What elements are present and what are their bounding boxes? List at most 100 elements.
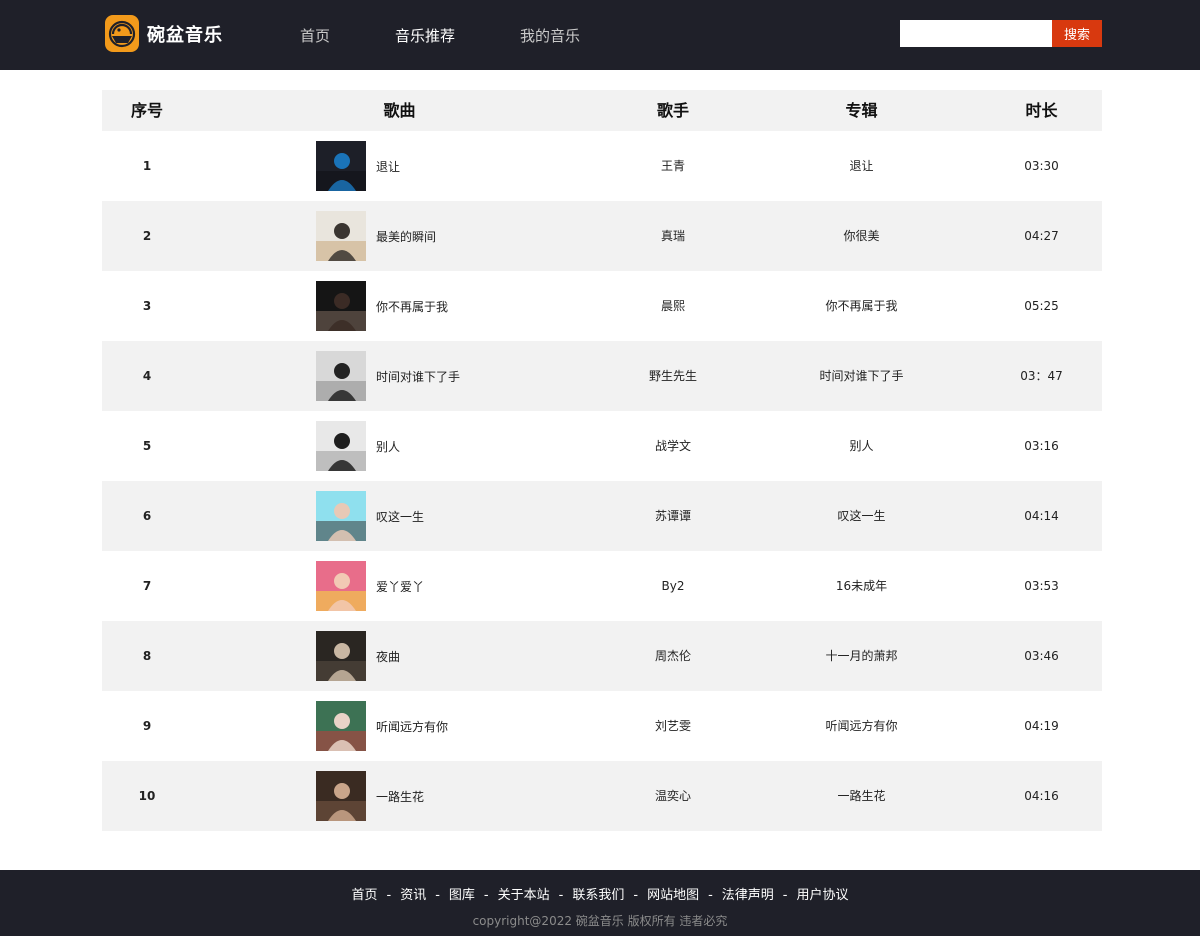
page-footer: 首页 - 资讯 - 图库 - 关于本站 - 联系我们 - 网站地图 - 法律声明 - 用户协议 copyri… bbox=[0, 870, 1200, 936]
search-button[interactable]: 搜索 bbox=[1052, 20, 1102, 47]
song-cell[interactable]: 夜曲 bbox=[316, 631, 400, 681]
search-box: 搜索 bbox=[900, 20, 1102, 47]
song-name-link[interactable]: 最美的瞬间 bbox=[376, 228, 436, 245]
album-name[interactable]: 一路生花 bbox=[769, 761, 954, 831]
song-cell[interactable]: 叹这一生 bbox=[316, 491, 424, 541]
song-cell[interactable]: 别人 bbox=[316, 421, 400, 471]
song-cell[interactable]: 最美的瞬间 bbox=[316, 211, 436, 261]
song-name-link[interactable]: 一路生花 bbox=[376, 788, 424, 805]
album-cover-image[interactable] bbox=[316, 701, 366, 751]
table-header: 序号 歌曲 歌手 专辑 时长 bbox=[102, 90, 1102, 131]
footer-separator: - bbox=[558, 888, 564, 903]
song-cell[interactable]: 退让 bbox=[316, 141, 400, 191]
footer-link[interactable]: 网站地图 bbox=[647, 888, 699, 903]
nav-item-recommend[interactable]: 音乐推荐 bbox=[395, 25, 455, 46]
row-index: 1 bbox=[142, 159, 152, 173]
album-name[interactable]: 叹这一生 bbox=[769, 481, 954, 551]
song-duration: 03:30 bbox=[1024, 159, 1059, 173]
album-name[interactable]: 时间对谁下了手 bbox=[769, 341, 954, 411]
row-index: 9 bbox=[142, 719, 152, 733]
brand-name: 碗盆音乐 bbox=[147, 24, 223, 46]
album-cover-image[interactable] bbox=[316, 561, 366, 611]
song-duration: 03:53 bbox=[1024, 579, 1059, 593]
song-duration: 04:19 bbox=[1024, 719, 1059, 733]
nav-item-home[interactable]: 首页 bbox=[300, 25, 330, 46]
song-name-link[interactable]: 爱丫爱丫 bbox=[376, 578, 424, 595]
song-cell[interactable]: 时间对谁下了手 bbox=[316, 351, 460, 401]
copyright-text: copyright@2022 碗盆音乐 版权所有 违者必究 bbox=[472, 914, 728, 928]
album-cover-image[interactable] bbox=[316, 141, 366, 191]
footer-separator: - bbox=[782, 888, 788, 903]
artist-name[interactable]: 王青 bbox=[577, 131, 769, 201]
album-cover-image[interactable] bbox=[316, 211, 366, 261]
brand-logo[interactable]: 碗盆音乐 bbox=[105, 15, 223, 52]
album-cover-image[interactable] bbox=[316, 631, 366, 681]
album-name[interactable]: 十一月的萧邦 bbox=[769, 621, 954, 691]
album-cover-image[interactable] bbox=[316, 281, 366, 331]
album-cover-image[interactable] bbox=[316, 771, 366, 821]
song-name-link[interactable]: 退让 bbox=[376, 158, 400, 175]
footer-link[interactable]: 联系我们 bbox=[572, 888, 624, 903]
table-row[interactable]: 9 听闻远方有你 刘艺雯 听闻远方有你 04:19 bbox=[102, 691, 1102, 761]
album-name[interactable]: 你不再属于我 bbox=[769, 271, 954, 341]
song-name-link[interactable]: 别人 bbox=[376, 438, 400, 455]
footer-link[interactable]: 法律声明 bbox=[722, 888, 774, 903]
search-input[interactable] bbox=[900, 20, 1052, 47]
footer-link[interactable]: 图库 bbox=[449, 888, 475, 903]
footer-link[interactable]: 关于本站 bbox=[498, 888, 550, 903]
table-row[interactable]: 3 你不再属于我 晨熙 你不再属于我 05:25 bbox=[102, 271, 1102, 341]
song-cell[interactable]: 一路生花 bbox=[316, 771, 424, 821]
header-duration: 时长 bbox=[1025, 101, 1058, 120]
footer-link[interactable]: 资讯 bbox=[400, 888, 426, 903]
album-name[interactable]: 你很美 bbox=[769, 201, 954, 271]
nav-item-my-music[interactable]: 我的音乐 bbox=[520, 25, 580, 46]
table-row[interactable]: 5 别人 战学文 别人 03:16 bbox=[102, 411, 1102, 481]
album-name[interactable]: 16未成年 bbox=[769, 551, 954, 621]
table-row[interactable]: 2 最美的瞬间 真瑞 你很美 04:27 bbox=[102, 201, 1102, 271]
table-row[interactable]: 10 一路生花 温奕心 一路生花 04:16 bbox=[102, 761, 1102, 831]
artist-name[interactable]: 刘艺雯 bbox=[577, 691, 769, 761]
artist-name[interactable]: 温奕心 bbox=[577, 761, 769, 831]
song-name-link[interactable]: 夜曲 bbox=[376, 648, 400, 665]
footer-separator: - bbox=[708, 888, 713, 903]
row-index: 7 bbox=[142, 579, 152, 593]
row-index: 10 bbox=[138, 789, 156, 803]
album-name[interactable]: 听闻远方有你 bbox=[769, 691, 954, 761]
artist-name[interactable]: 战学文 bbox=[577, 411, 769, 481]
footer-link[interactable]: 首页 bbox=[351, 888, 377, 903]
table-row[interactable]: 6 叹这一生 苏谭谭 叹这一生 04:14 bbox=[102, 481, 1102, 551]
footer-separator: - bbox=[386, 888, 392, 903]
artist-name[interactable]: 周杰伦 bbox=[577, 621, 769, 691]
artist-name[interactable]: By2 bbox=[577, 551, 769, 621]
album-cover-image[interactable] bbox=[316, 351, 366, 401]
table-row[interactable]: 7 爱丫爱丫 By2 16未成年 03:53 bbox=[102, 551, 1102, 621]
song-cell[interactable]: 你不再属于我 bbox=[316, 281, 448, 331]
row-index: 3 bbox=[142, 299, 152, 313]
song-table: 序号 歌曲 歌手 专辑 时长 1 退让 王青 退让 03:30 2 最美的瞬间 真瑞 你很美 04… bbox=[102, 90, 1102, 831]
footer-link[interactable]: 用户协议 bbox=[797, 888, 849, 903]
table-row[interactable]: 8 夜曲 周杰伦 十一月的萧邦 03:46 bbox=[102, 621, 1102, 691]
song-cell[interactable]: 爱丫爱丫 bbox=[316, 561, 424, 611]
song-cell[interactable]: 听闻远方有你 bbox=[316, 701, 448, 751]
song-name-link[interactable]: 叹这一生 bbox=[376, 508, 424, 525]
row-index: 8 bbox=[142, 649, 152, 663]
footer-links: 首页 - 资讯 - 图库 - 关于本站 - 联系我们 - 网站地图 - 法律声明 - 用户协议 bbox=[0, 884, 1200, 903]
artist-name[interactable]: 苏谭谭 bbox=[577, 481, 769, 551]
album-name[interactable]: 别人 bbox=[769, 411, 954, 481]
song-duration: 03:46 bbox=[1024, 649, 1059, 663]
artist-name[interactable]: 晨熙 bbox=[577, 271, 769, 341]
album-name[interactable]: 退让 bbox=[769, 131, 954, 201]
song-duration: 05:25 bbox=[1024, 299, 1059, 313]
artist-name[interactable]: 真瑞 bbox=[577, 201, 769, 271]
artist-name[interactable]: 野生先生 bbox=[577, 341, 769, 411]
song-name-link[interactable]: 你不再属于我 bbox=[376, 298, 448, 315]
table-row[interactable]: 1 退让 王青 退让 03:30 bbox=[102, 131, 1102, 201]
song-duration: 03:16 bbox=[1024, 439, 1059, 453]
header-album: 专辑 bbox=[845, 101, 878, 120]
table-row[interactable]: 4 时间对谁下了手 野生先生 时间对谁下了手 03：47 bbox=[102, 341, 1102, 411]
song-name-link[interactable]: 听闻远方有你 bbox=[376, 718, 448, 735]
album-cover-image[interactable] bbox=[316, 421, 366, 471]
song-name-link[interactable]: 时间对谁下了手 bbox=[376, 368, 460, 385]
album-cover-image[interactable] bbox=[316, 491, 366, 541]
row-index: 5 bbox=[142, 439, 152, 453]
